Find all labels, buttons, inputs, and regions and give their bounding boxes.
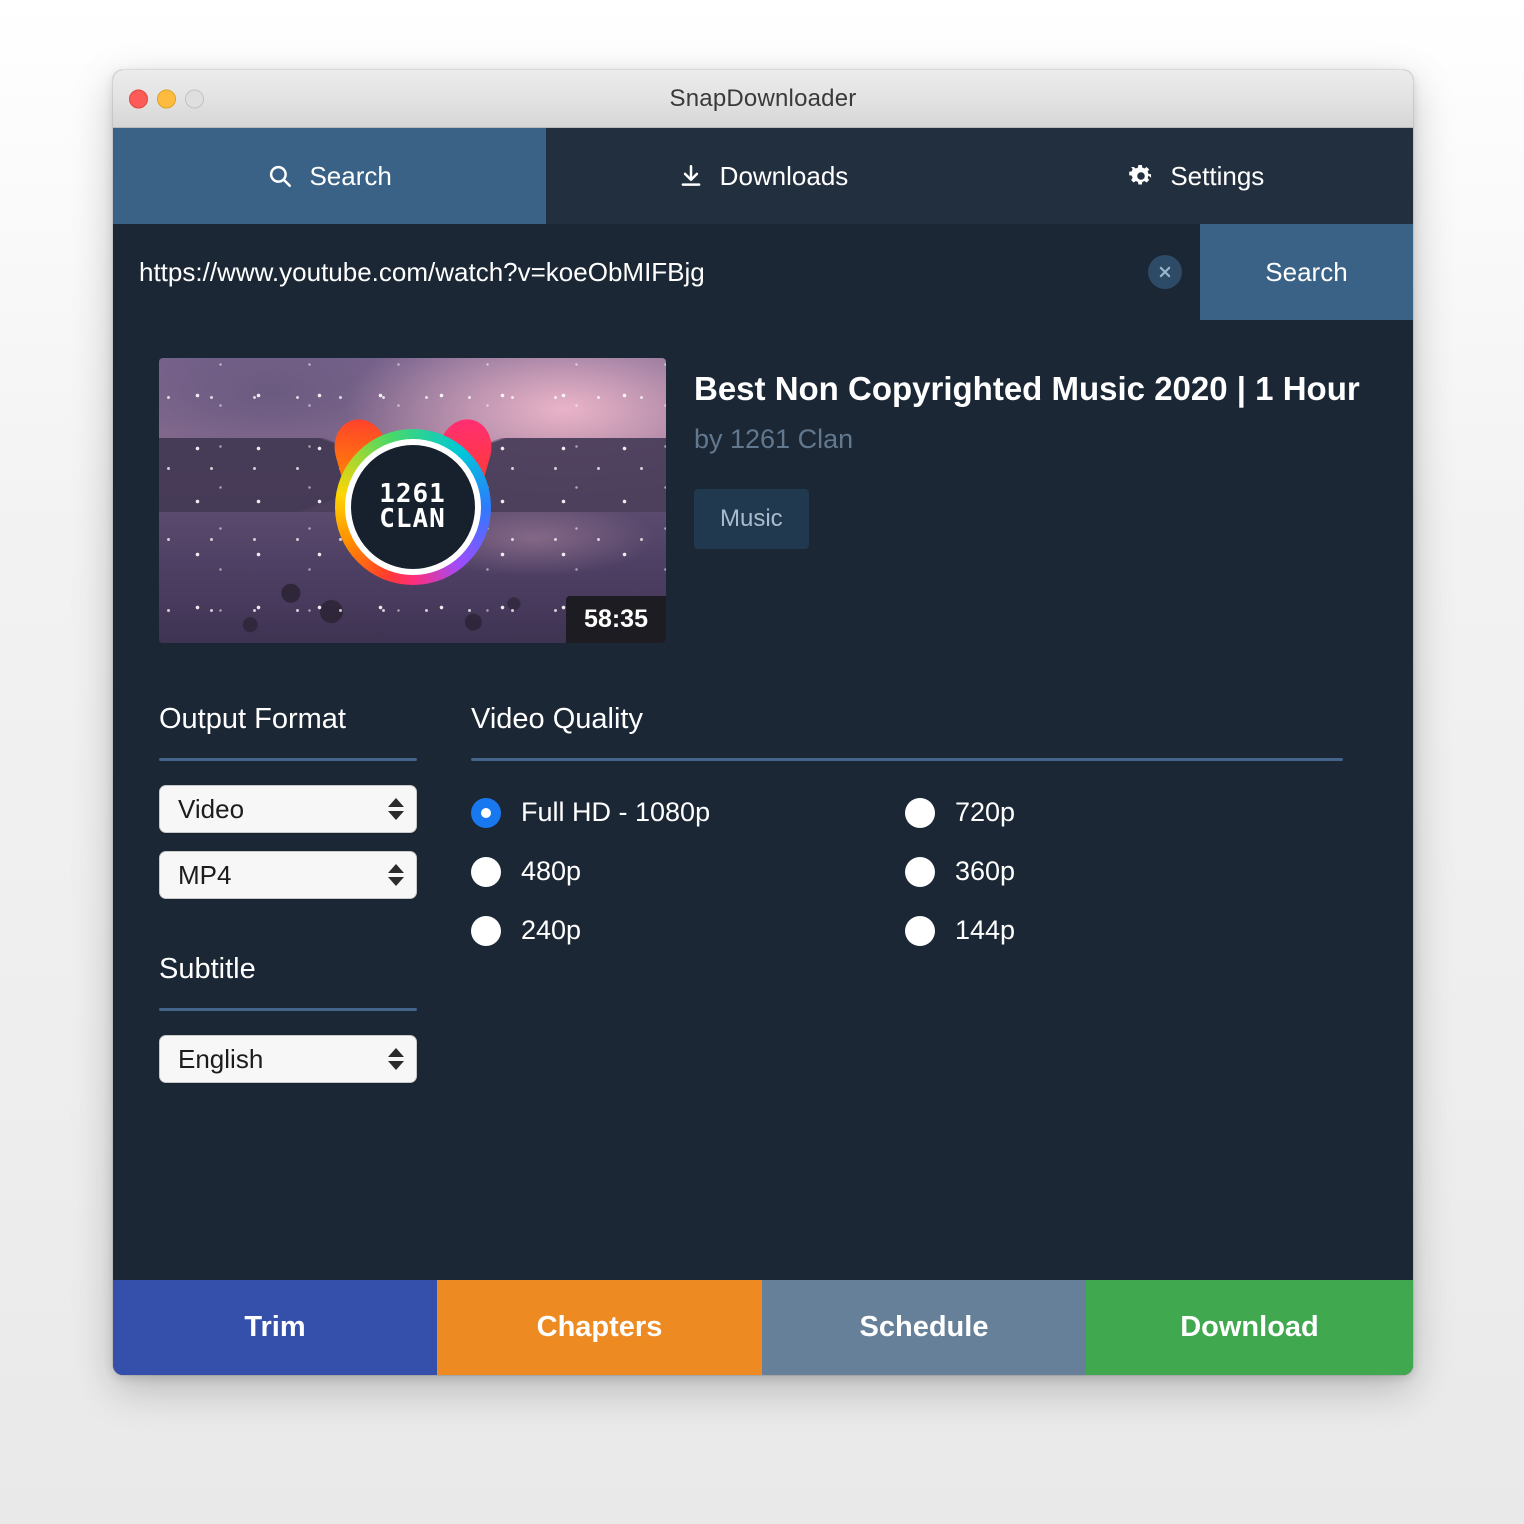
output-container-value: MP4 bbox=[178, 859, 232, 890]
tab-search[interactable]: Search bbox=[113, 128, 547, 224]
output-type-value: Video bbox=[178, 793, 245, 824]
subtitle-divider bbox=[159, 1008, 417, 1011]
video-author: by 1261 Clan bbox=[694, 424, 854, 454]
radio-icon[interactable] bbox=[471, 797, 501, 828]
chapters-button[interactable]: Chapters bbox=[437, 1280, 762, 1375]
output-container-select[interactable]: MP4 bbox=[159, 851, 417, 899]
quality-label: 720p bbox=[955, 797, 1016, 827]
subtitle-language-select[interactable]: English bbox=[159, 1035, 417, 1083]
window-title: SnapDownloader bbox=[669, 84, 857, 112]
video-duration-badge: 58:35 bbox=[566, 596, 666, 643]
search-icon bbox=[267, 163, 293, 189]
tab-downloads-label: Downloads bbox=[719, 160, 849, 191]
search-input[interactable]: https://www.youtube.com/watch?v=koeObMIF… bbox=[113, 224, 1200, 320]
radio-icon[interactable] bbox=[905, 915, 935, 946]
tab-settings[interactable]: Settings bbox=[979, 128, 1413, 224]
output-type-select[interactable]: Video bbox=[159, 785, 417, 833]
action-button-bar: Trim Chapters Schedule Download bbox=[113, 1280, 1413, 1375]
video-category-tag[interactable]: Music bbox=[694, 489, 809, 549]
radio-icon[interactable] bbox=[905, 856, 935, 887]
gear-icon bbox=[1128, 163, 1154, 189]
url-search-bar: https://www.youtube.com/watch?v=koeObMIF… bbox=[113, 224, 1413, 320]
video-quality-divider bbox=[471, 758, 1343, 761]
video-summary: 1261 CLAN 58:35 Best Non Copyrighted Mus… bbox=[159, 358, 1367, 643]
download-options: Output Format Video MP4 Subtitle English bbox=[159, 703, 1367, 1083]
quality-option-240p[interactable]: 240p bbox=[471, 909, 905, 952]
subtitle-language-value: English bbox=[178, 1043, 264, 1074]
download-button[interactable]: Download bbox=[1086, 1280, 1413, 1375]
video-title: Best Non Copyrighted Music 2020 | 1 Hour… bbox=[694, 370, 1367, 407]
close-button[interactable] bbox=[129, 89, 148, 108]
video-quality-options: Full HD - 1080p 720p 480p 360p 240p 144p bbox=[471, 791, 1367, 952]
output-format-divider bbox=[159, 758, 417, 761]
app-window: SnapDownloader Search Downloads Settings… bbox=[113, 70, 1413, 1375]
logo-inner-disc: 1261 CLAN bbox=[344, 438, 481, 575]
search-button[interactable]: Search bbox=[1200, 224, 1413, 320]
quality-label: Full HD - 1080p bbox=[521, 797, 711, 827]
stepper-arrows-icon bbox=[388, 864, 404, 886]
video-quality-heading: Video Quality bbox=[471, 703, 643, 735]
subtitle-section: Subtitle English bbox=[159, 953, 471, 1083]
output-format-column: Output Format Video MP4 Subtitle English bbox=[159, 703, 471, 1083]
clear-circle-icon[interactable] bbox=[1148, 255, 1182, 289]
video-thumbnail[interactable]: 1261 CLAN 58:35 bbox=[159, 358, 666, 643]
radio-icon[interactable] bbox=[471, 856, 501, 887]
tab-settings-label: Settings bbox=[1170, 160, 1265, 191]
schedule-button[interactable]: Schedule bbox=[762, 1280, 1086, 1375]
download-icon bbox=[678, 163, 704, 189]
output-format-heading: Output Format bbox=[159, 703, 346, 735]
channel-logo: 1261 CLAN bbox=[326, 412, 499, 585]
quality-label: 360p bbox=[955, 856, 1016, 886]
search-result-panel: 1261 CLAN 58:35 Best Non Copyrighted Mus… bbox=[113, 320, 1413, 1280]
quality-option-480p[interactable]: 480p bbox=[471, 850, 905, 893]
stepper-arrows-icon bbox=[388, 798, 404, 820]
tab-search-label: Search bbox=[309, 160, 392, 191]
trim-button[interactable]: Trim bbox=[113, 1280, 437, 1375]
minimize-button[interactable] bbox=[157, 89, 176, 108]
search-input-value: https://www.youtube.com/watch?v=koeObMIF… bbox=[139, 256, 705, 287]
quality-label: 480p bbox=[521, 856, 582, 886]
window-titlebar: SnapDownloader bbox=[113, 70, 1413, 128]
quality-option-360p[interactable]: 360p bbox=[905, 850, 1367, 893]
video-quality-column: Video Quality Full HD - 1080p 720p 480p bbox=[471, 703, 1367, 1083]
logo-rainbow-ring: 1261 CLAN bbox=[334, 428, 491, 585]
stepper-arrows-icon bbox=[388, 1048, 404, 1070]
traffic-light-controls bbox=[129, 89, 204, 108]
quality-option-1080p[interactable]: Full HD - 1080p bbox=[471, 791, 905, 834]
quality-option-720p[interactable]: 720p bbox=[905, 791, 1367, 834]
tab-downloads[interactable]: Downloads bbox=[546, 128, 980, 224]
subtitle-heading: Subtitle bbox=[159, 953, 256, 985]
main-tab-bar: Search Downloads Settings bbox=[113, 128, 1413, 224]
radio-icon[interactable] bbox=[471, 915, 501, 946]
quality-label: 240p bbox=[521, 915, 582, 945]
logo-text-line2: CLAN bbox=[379, 503, 446, 534]
zoom-button[interactable] bbox=[185, 89, 204, 108]
quality-option-144p[interactable]: 144p bbox=[905, 909, 1367, 952]
video-metadata: Best Non Copyrighted Music 2020 | 1 Hour… bbox=[694, 358, 1367, 643]
radio-icon[interactable] bbox=[905, 797, 935, 828]
quality-label: 144p bbox=[955, 915, 1016, 945]
